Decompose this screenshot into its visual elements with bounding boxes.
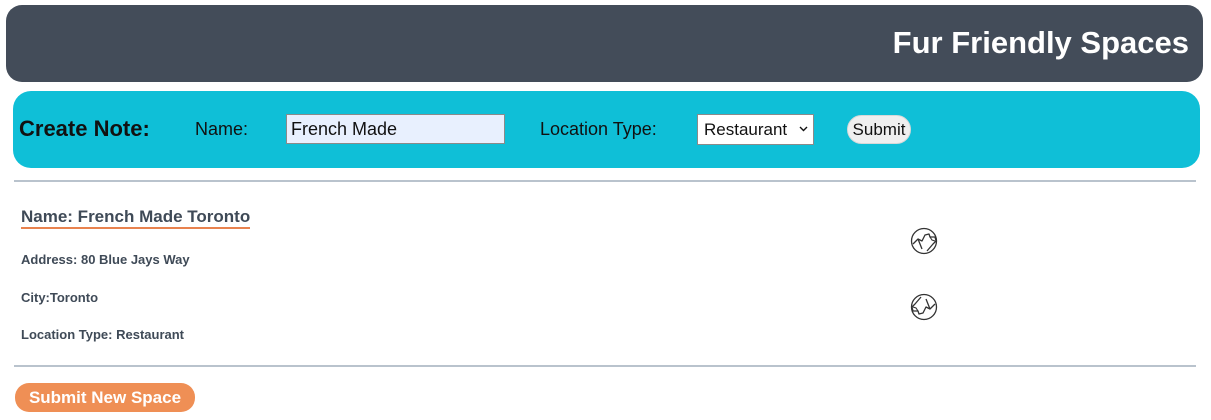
space-address: Address: 80 Blue Jays Way — [21, 252, 190, 267]
chevron-down-icon — [799, 124, 808, 135]
location-type-selected-value: Restaurant — [704, 119, 788, 139]
space-name[interactable]: Name: French Made Toronto — [21, 207, 251, 229]
name-input[interactable] — [286, 114, 505, 144]
thumbs-down-icon[interactable] — [908, 291, 940, 323]
submit-new-space-button[interactable]: Submit New Space — [15, 383, 195, 412]
app-title: Fur Friendly Spaces — [892, 25, 1189, 60]
name-label: Name: — [195, 119, 249, 139]
thumbs-up-icon[interactable] — [908, 225, 940, 257]
divider — [14, 180, 1196, 182]
submit-button[interactable]: Submit — [847, 115, 911, 144]
create-note-heading: Create Note: — [19, 116, 150, 141]
location-type-label: Location Type: — [540, 119, 657, 139]
location-type-select[interactable]: Restaurant — [697, 114, 814, 145]
create-note-form: Create Note: Name: Location Type: Restau… — [13, 91, 1200, 168]
app-header: Fur Friendly Spaces — [6, 5, 1203, 82]
space-city: City:Toronto — [21, 290, 99, 305]
space-location-type: Location Type: Restaurant — [21, 327, 185, 342]
divider — [14, 365, 1196, 367]
